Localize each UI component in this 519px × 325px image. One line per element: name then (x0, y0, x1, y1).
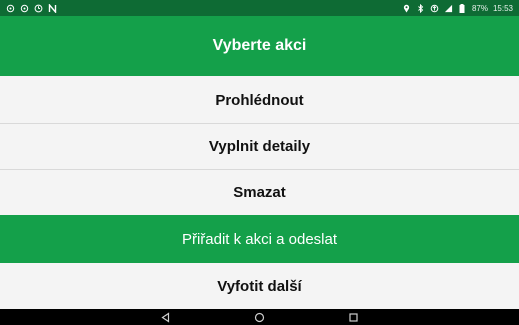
status-time: 15:53 (492, 3, 513, 13)
view-button[interactable]: Prohlédnout (0, 78, 519, 124)
status-bar-right: 87% 15:53 (402, 3, 513, 13)
bluetooth-icon (416, 3, 425, 13)
fill-details-button[interactable]: Vyplnit detaily (0, 124, 519, 170)
location-icon (402, 4, 411, 13)
recents-icon[interactable] (347, 310, 361, 324)
assign-and-send-button[interactable]: Přiřadit k akci a odeslat (0, 215, 519, 263)
signal-strength-icon (444, 4, 453, 13)
delete-button[interactable]: Smazat (0, 170, 519, 215)
alarm-icon (34, 4, 43, 13)
signal-indicator-icon (6, 4, 15, 13)
nfc-icon (48, 3, 57, 13)
app-screen: 87% 15:53 Vyberte akci Prohlédnout Vypln… (0, 0, 519, 325)
take-another-photo-button[interactable]: Vyfotit další (0, 263, 519, 309)
signal-indicator-icon (20, 4, 29, 13)
navigation-bar (0, 309, 519, 325)
data-transfer-icon (430, 4, 439, 13)
battery-icon (458, 3, 467, 13)
status-bar: 87% 15:53 (0, 0, 519, 16)
battery-percentage: 87% (471, 3, 488, 13)
home-icon[interactable] (253, 310, 267, 324)
page-title: Vyberte akci (0, 16, 519, 76)
status-bar-left (6, 3, 57, 13)
back-icon[interactable] (159, 310, 173, 324)
